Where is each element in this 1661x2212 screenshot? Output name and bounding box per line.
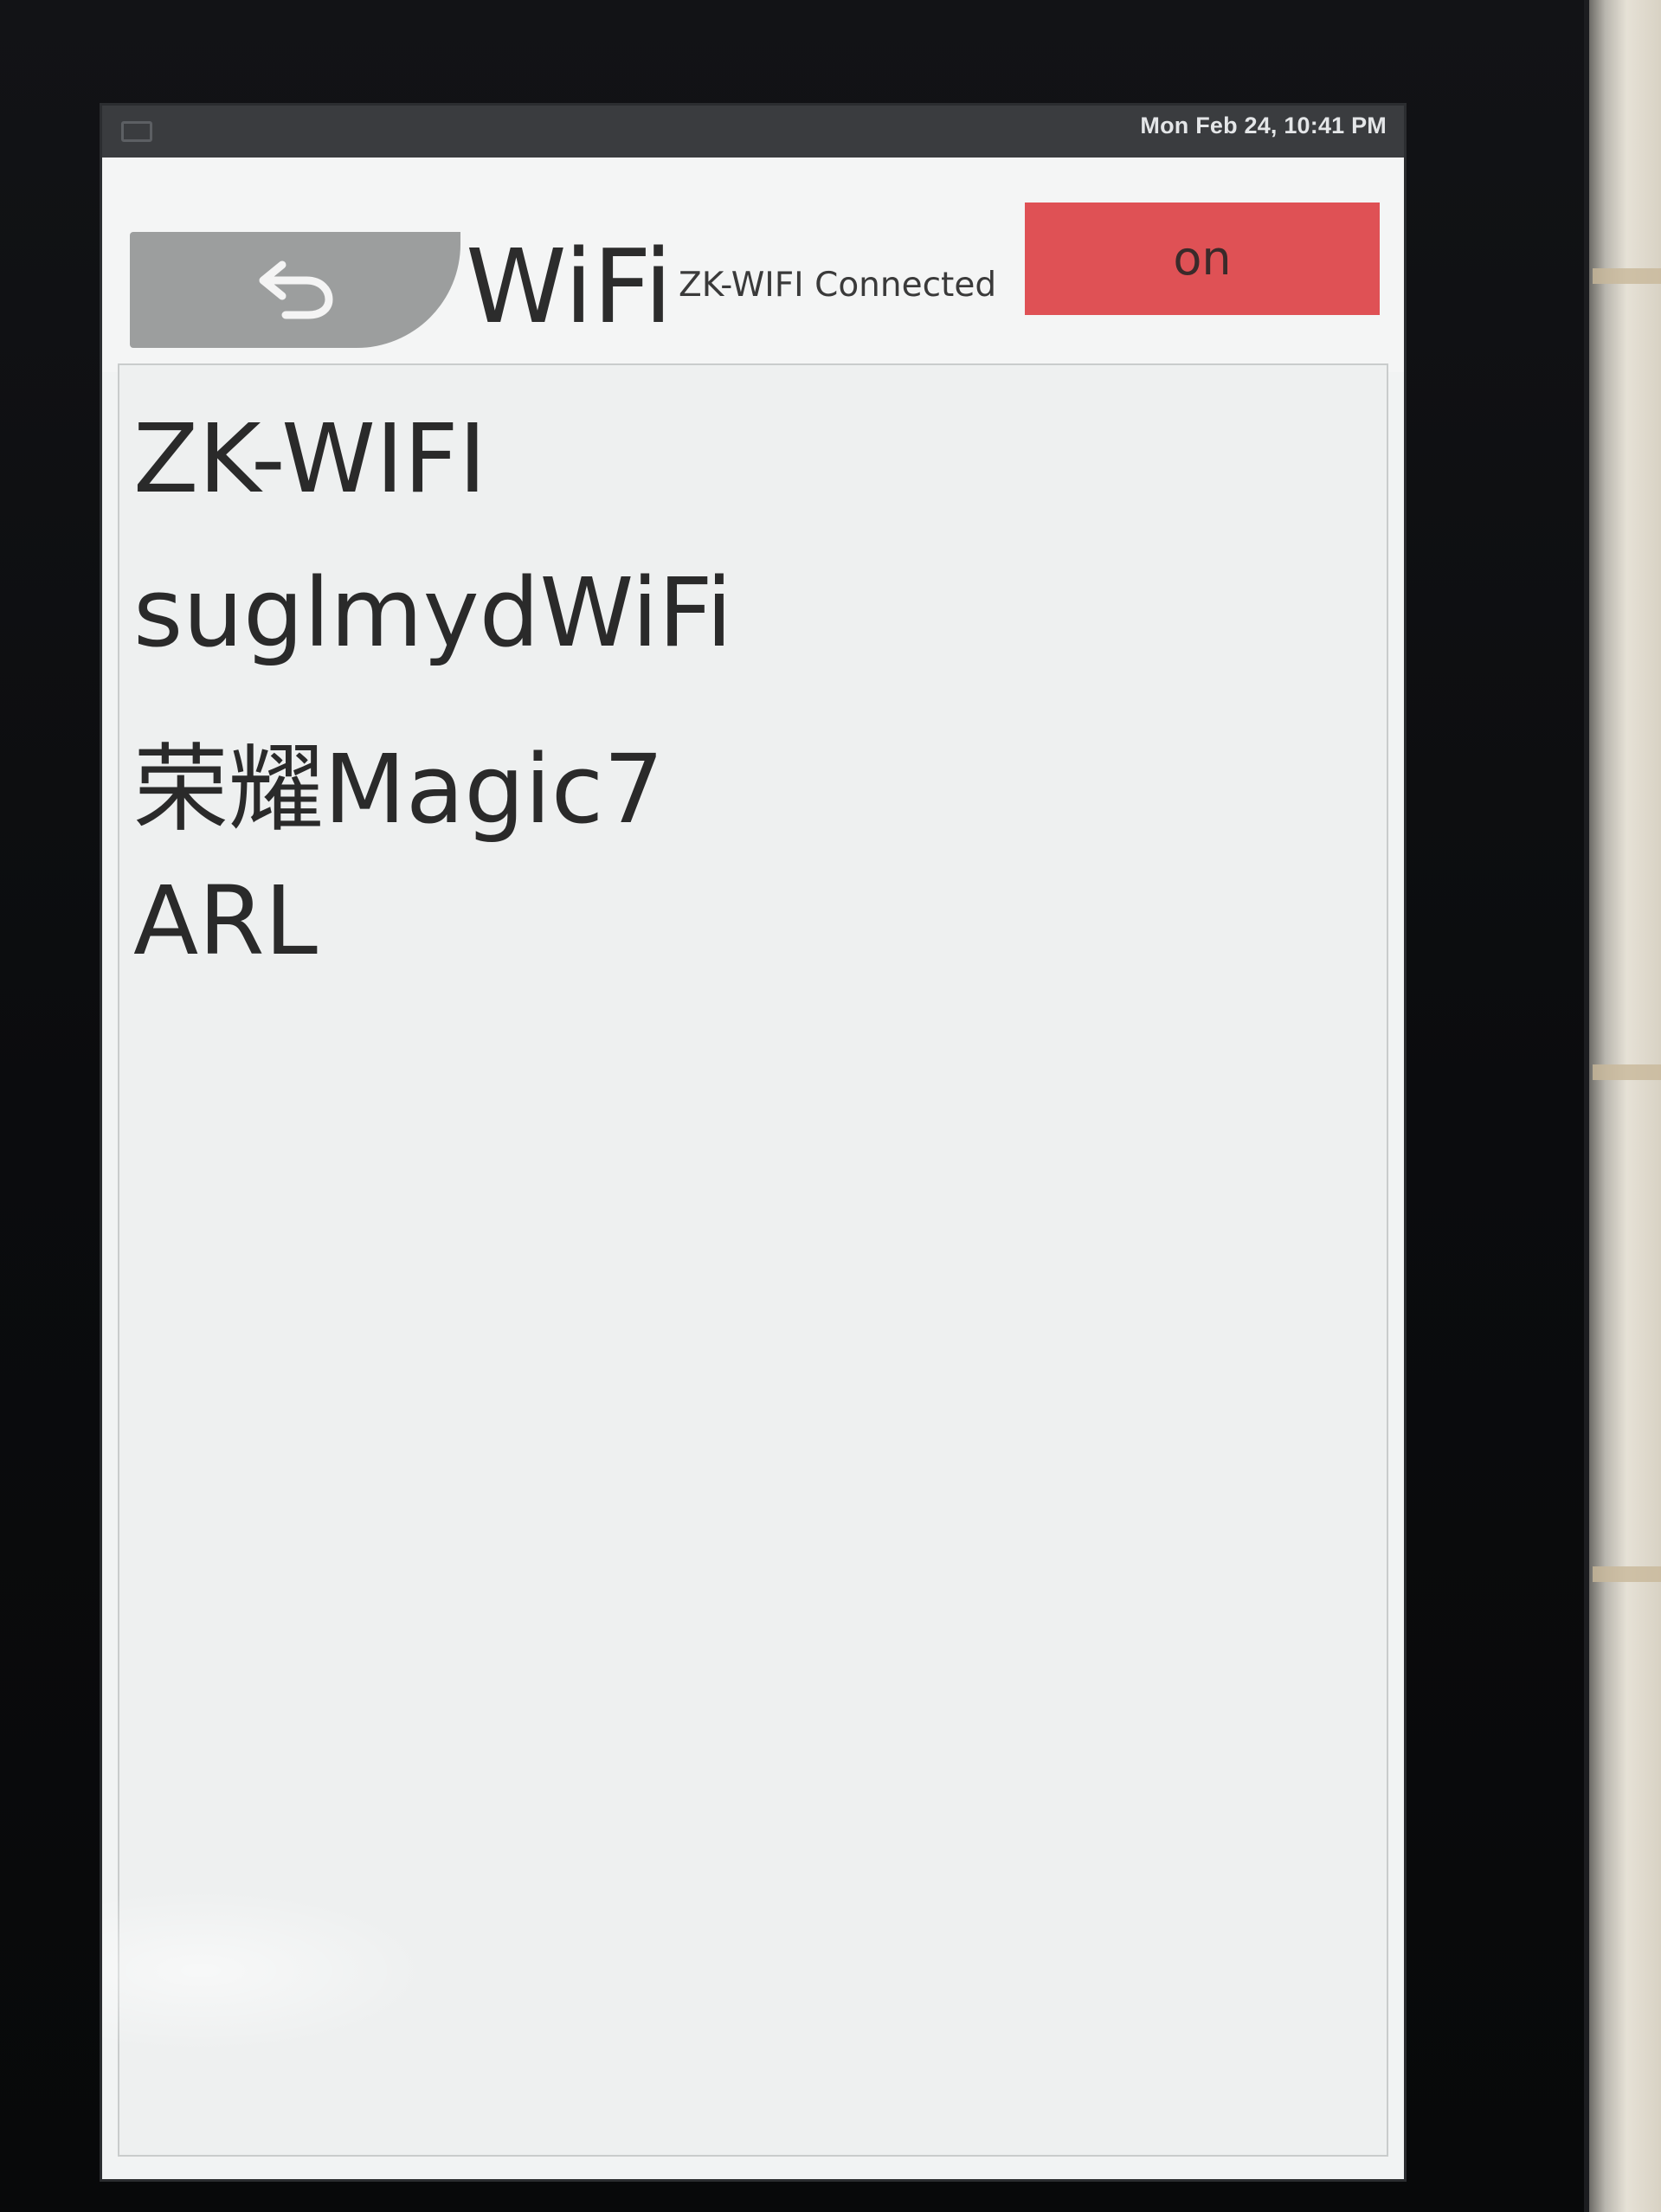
wifi-list-panel: ZK-WIFI suglmydWiFi 荣耀Magic7 ARL: [118, 363, 1388, 2157]
wall-strip: [1593, 1064, 1661, 1080]
wall-strip: [1593, 1566, 1661, 1582]
wifi-network-item[interactable]: 荣耀Magic7: [119, 711, 1387, 865]
screen: Mon Feb 24, 10:41 PM WiFi ZK-WIFI Connec…: [102, 106, 1404, 2179]
undo-arrow-icon: [259, 260, 333, 319]
page-title: WiFi: [466, 227, 673, 346]
screen-icon: [121, 121, 152, 142]
wifi-toggle-button[interactable]: on: [1025, 203, 1380, 315]
wifi-network-item[interactable]: ZK-WIFI: [119, 403, 1387, 557]
wifi-network-item[interactable]: ARL: [119, 865, 1387, 1019]
status-bar: Mon Feb 24, 10:41 PM: [102, 106, 1404, 158]
wall-strip: [1593, 268, 1661, 284]
back-button[interactable]: [130, 232, 460, 348]
connection-status: ZK-WIFI Connected: [679, 266, 997, 305]
status-datetime: Mon Feb 24, 10:41 PM: [1140, 113, 1387, 138]
wifi-network-item[interactable]: suglmydWiFi: [119, 557, 1387, 711]
device-bezel: Mon Feb 24, 10:41 PM WiFi ZK-WIFI Connec…: [0, 0, 1589, 2212]
